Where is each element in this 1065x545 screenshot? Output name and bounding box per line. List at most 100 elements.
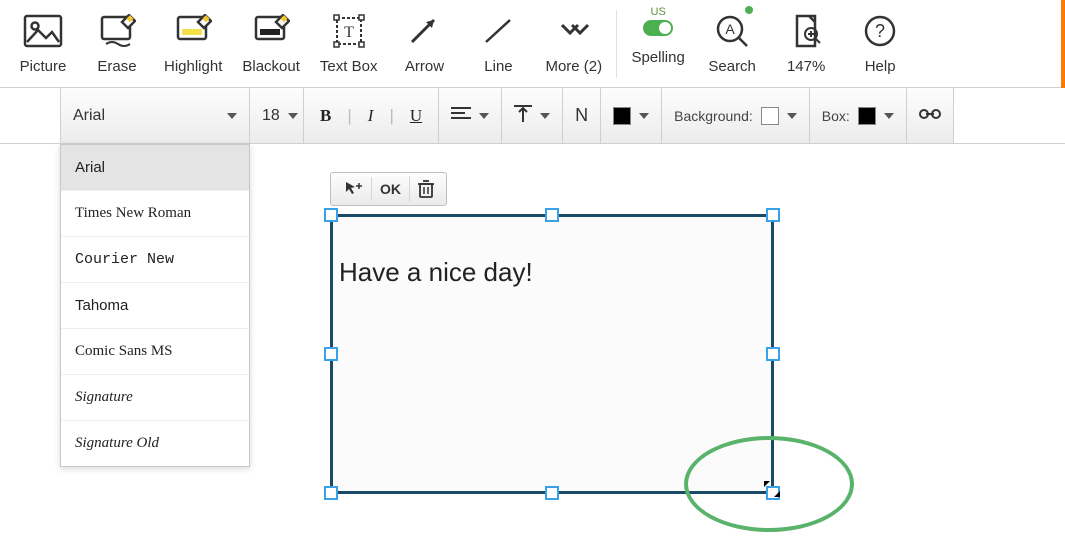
highlight-label: Highlight: [164, 58, 222, 75]
search-label: Search: [708, 58, 756, 75]
search-icon: A: [713, 8, 751, 54]
zoom-label: 147%: [787, 58, 825, 75]
object-toolbar: OK: [330, 172, 447, 206]
toolbar-divider: [616, 10, 617, 78]
resize-handle-tr[interactable]: [766, 208, 780, 222]
erase-label: Erase: [97, 58, 136, 75]
arrow-label: Arrow: [405, 58, 444, 75]
font-family-value: Arial: [73, 107, 105, 125]
search-indicator-dot: [745, 6, 753, 14]
italic-button[interactable]: I: [368, 106, 374, 126]
n-button[interactable]: N: [563, 88, 601, 143]
font-item-comic[interactable]: Comic Sans MS: [61, 328, 249, 374]
valign-top-icon: [514, 104, 532, 127]
caret-down-icon: [884, 113, 894, 119]
font-item-signature-old[interactable]: Signature Old: [61, 420, 249, 466]
move-button[interactable]: [335, 175, 371, 203]
delete-button[interactable]: [409, 176, 442, 202]
move-icon: [343, 179, 363, 199]
arrow-button[interactable]: Arrow: [387, 4, 461, 81]
more-button[interactable]: More (2): [535, 4, 612, 81]
caret-down-icon: [639, 113, 649, 119]
blackout-label: Blackout: [242, 58, 300, 75]
accent-edge-bar: [1061, 0, 1065, 88]
caret-down-icon: [479, 113, 489, 119]
zoom-icon: [789, 8, 823, 54]
search-button[interactable]: A Search: [695, 4, 769, 81]
background-color-swatch: [761, 107, 779, 125]
n-label: N: [575, 105, 588, 126]
blackout-button[interactable]: Blackout: [232, 4, 310, 81]
underline-button[interactable]: U: [410, 106, 422, 126]
link-button[interactable]: [907, 88, 954, 143]
caret-down-icon: [227, 113, 237, 119]
resize-handle-tm[interactable]: [545, 208, 559, 222]
font-item-signature[interactable]: Signature: [61, 374, 249, 420]
box-color-select[interactable]: Box:: [810, 88, 907, 143]
resize-handle-mr[interactable]: [766, 347, 780, 361]
textbox-label: Text Box: [320, 58, 378, 75]
svg-text:T: T: [344, 24, 354, 41]
background-label: Background:: [674, 108, 753, 124]
svg-text:?: ?: [875, 21, 885, 41]
main-toolbar: Picture Erase Highlight: [0, 0, 1065, 88]
bold-button[interactable]: B: [320, 106, 331, 126]
more-label: More (2): [545, 58, 602, 75]
spelling-lang: us: [651, 6, 666, 18]
textbox-icon: T: [331, 8, 367, 54]
caret-down-icon: [787, 113, 797, 119]
text-color-select[interactable]: [601, 88, 662, 143]
help-label: Help: [865, 58, 896, 75]
align-icon: [451, 106, 471, 125]
more-icon: [556, 8, 592, 54]
link-icon: [919, 107, 941, 124]
text-box-object[interactable]: Have a nice day!: [330, 214, 774, 494]
help-icon: ?: [862, 8, 898, 54]
blackout-icon: [252, 8, 290, 54]
font-item-times[interactable]: Times New Roman: [61, 190, 249, 236]
background-color-select[interactable]: Background:: [662, 88, 810, 143]
text-style-group: B | I | U: [304, 88, 439, 143]
box-color-swatch: [858, 107, 876, 125]
spelling-toggle[interactable]: [643, 20, 673, 36]
trash-icon: [418, 180, 434, 198]
line-button[interactable]: Line: [461, 4, 535, 81]
font-dropdown: Arial Times New Roman Courier New Tahoma…: [60, 144, 250, 467]
resize-handle-bm[interactable]: [545, 486, 559, 500]
erase-icon: [98, 8, 136, 54]
picture-button[interactable]: Picture: [6, 4, 80, 81]
font-item-arial[interactable]: Arial: [61, 145, 249, 190]
ok-button[interactable]: OK: [371, 177, 409, 201]
textbox-button[interactable]: T Text Box: [310, 4, 388, 81]
resize-handle-bl[interactable]: [324, 486, 338, 500]
font-size-select[interactable]: 18: [250, 88, 304, 143]
resize-handle-ml[interactable]: [324, 347, 338, 361]
font-family-select[interactable]: Arial: [60, 88, 250, 143]
erase-button[interactable]: Erase: [80, 4, 154, 81]
zoom-button[interactable]: 147%: [769, 4, 843, 81]
text-box-content[interactable]: Have a nice day!: [333, 217, 771, 294]
format-toolbar: Arial 18 B | I | U N: [0, 88, 1065, 144]
line-icon: [480, 8, 516, 54]
help-button[interactable]: ? Help: [843, 4, 917, 81]
font-item-courier[interactable]: Courier New: [61, 236, 249, 282]
font-item-tahoma[interactable]: Tahoma: [61, 282, 249, 328]
svg-text:A: A: [725, 21, 735, 37]
separator: |: [347, 106, 351, 126]
caret-down-icon: [288, 113, 298, 119]
valign-select[interactable]: [502, 88, 563, 143]
separator: |: [389, 106, 393, 126]
picture-icon: [23, 8, 63, 54]
picture-label: Picture: [20, 58, 67, 75]
resize-handle-tl[interactable]: [324, 208, 338, 222]
font-size-value: 18: [262, 107, 280, 125]
align-select[interactable]: [439, 88, 502, 143]
resize-cursor-icon: [761, 478, 783, 503]
canvas-area[interactable]: Arial Times New Roman Courier New Tahoma…: [0, 144, 1065, 545]
box-label: Box:: [822, 108, 850, 124]
spelling-button[interactable]: us Spelling: [621, 4, 695, 72]
caret-down-icon: [540, 113, 550, 119]
text-color-swatch: [613, 107, 631, 125]
highlight-button[interactable]: Highlight: [154, 4, 232, 81]
line-label: Line: [484, 58, 512, 75]
